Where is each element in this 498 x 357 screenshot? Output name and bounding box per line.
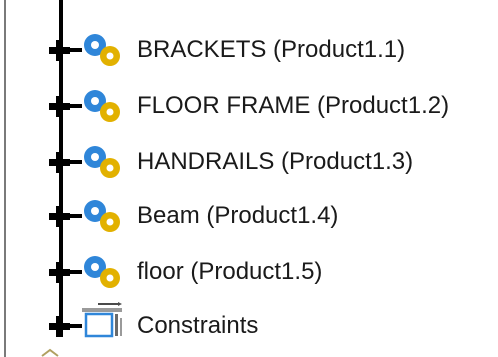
tree-node-floor-frame[interactable]: FLOOR FRAME (Product1.2) [0, 80, 498, 132]
constraints-icon [78, 302, 126, 342]
tree-node-beam[interactable]: Beam (Product1.4) [0, 190, 498, 242]
product-icon [78, 252, 126, 292]
tree-node-label[interactable]: Constraints [137, 310, 258, 342]
partial-next-node-icon [40, 345, 76, 357]
expand-plus-icon[interactable] [49, 206, 70, 227]
product-icon [78, 142, 126, 182]
expand-plus-icon[interactable] [49, 40, 70, 61]
tree-node-handrails[interactable]: HANDRAILS (Product1.3) [0, 136, 498, 188]
expand-plus-icon[interactable] [49, 262, 70, 283]
tree-node-label[interactable]: Beam (Product1.4) [137, 200, 338, 232]
tree-node-label[interactable]: HANDRAILS (Product1.3) [137, 146, 413, 178]
tree-node-label[interactable]: FLOOR FRAME (Product1.2) [137, 90, 449, 122]
product-icon [78, 196, 126, 236]
tree-node-brackets[interactable]: BRACKETS (Product1.1) [0, 24, 498, 76]
product-icon [78, 30, 126, 70]
expand-plus-icon[interactable] [49, 316, 70, 337]
tree-node-label[interactable]: BRACKETS (Product1.1) [137, 34, 405, 66]
expand-plus-icon[interactable] [49, 152, 70, 173]
tree-node-floor[interactable]: floor (Product1.5) [0, 246, 498, 298]
product-icon [78, 86, 126, 126]
expand-plus-icon[interactable] [49, 96, 70, 117]
tree-node-label[interactable]: floor (Product1.5) [137, 256, 322, 288]
